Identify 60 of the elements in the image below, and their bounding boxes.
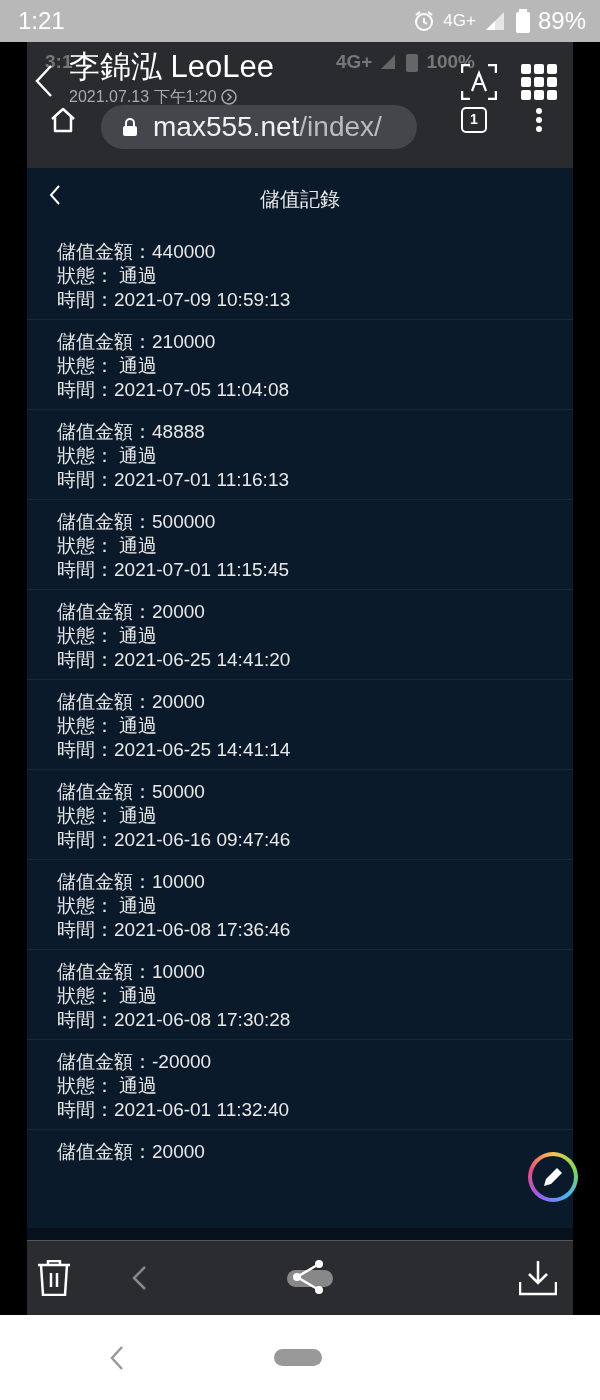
delete-icon[interactable] (37, 1260, 71, 1296)
amount-text: 儲值金額：10000 (57, 870, 206, 894)
amount-text: 儲值金額：20000 (57, 1140, 206, 1164)
viewer-title: 李錦泓 LeoLee (69, 48, 275, 86)
page-back-icon[interactable] (49, 184, 61, 205)
amount-text: 儲值金額：-20000 (57, 1050, 213, 1074)
share-icon[interactable] (287, 1260, 333, 1296)
status-text: 狀態： 通過 (57, 894, 159, 918)
amount-text: 儲值金額：210000 (57, 330, 217, 354)
url-host: max555.net (153, 111, 300, 142)
time-text: 時間：2021-06-25 14:41:14 (57, 738, 292, 762)
previous-icon[interactable] (131, 1265, 147, 1291)
inner-battery-icon (406, 52, 419, 72)
inner-battery-percent: 100% (426, 49, 475, 74)
grid-icon[interactable] (521, 64, 557, 100)
time-text: 時間：2021-06-16 09:47:46 (57, 828, 292, 852)
status-text: 狀態： 通過 (57, 984, 159, 1008)
amount-text: 儲值金額：20000 (57, 690, 206, 714)
download-icon[interactable] (519, 1260, 557, 1296)
page-title: 儲值記錄 (260, 187, 340, 212)
time-text: 時間：2021-06-25 14:41:20 (57, 648, 292, 672)
time-text: 時間：2021-06-01 11:32:40 (57, 1098, 291, 1122)
home-handle[interactable] (274, 1349, 322, 1366)
amount-text: 儲值金額：48888 (57, 420, 206, 444)
tab-count-button[interactable]: 1 (461, 107, 487, 133)
battery-percent: 89% (537, 6, 586, 36)
battery-icon (515, 9, 530, 33)
alarm-icon (413, 10, 436, 32)
status-text: 狀態： 通過 (57, 624, 159, 648)
home-icon[interactable] (49, 106, 77, 134)
lock-icon (123, 118, 137, 136)
amount-text: 儲值金額：50000 (57, 780, 206, 804)
pencil-icon (542, 1166, 564, 1188)
status-text: 狀態： 通過 (57, 1074, 159, 1098)
time-text: 時間：2021-07-05 11:04:08 (57, 378, 291, 402)
status-text: 狀態： 通過 (57, 264, 159, 288)
inner-network-type: 4G+ (335, 49, 373, 74)
time-text: 時間：2021-07-01 11:15:45 (57, 558, 291, 582)
clock-time: 1:21 (18, 6, 65, 36)
time-text: 時間：2021-07-09 10:59:13 (57, 288, 292, 312)
system-back-icon[interactable] (110, 1344, 124, 1371)
status-text: 狀態： 通過 (57, 804, 159, 828)
amount-text: 儲值金額：10000 (57, 960, 206, 984)
status-text: 狀態： 通過 (57, 354, 159, 378)
amount-text: 儲值金額：440000 (57, 240, 217, 264)
status-text: 狀態： 通過 (57, 444, 159, 468)
time-text: 時間：2021-07-01 11:16:13 (57, 468, 291, 492)
url-path: /index/ (299, 111, 382, 142)
status-text: 狀態： 通過 (57, 534, 159, 558)
time-text: 時間：2021-06-08 17:30:28 (57, 1008, 292, 1032)
details-icon[interactable] (220, 89, 237, 106)
photo-date: 2021.07.13 下午1:20 (69, 87, 217, 108)
more-icon[interactable] (535, 107, 543, 133)
network-type: 4G+ (443, 10, 476, 33)
time-text: 時間：2021-06-08 17:36:46 (57, 918, 292, 942)
amount-text: 儲值金額：500000 (57, 510, 217, 534)
edit-button[interactable] (528, 1152, 578, 1202)
status-text: 狀態： 通過 (57, 714, 159, 738)
address-bar[interactable]: max555.net/index/ (101, 105, 417, 149)
amount-text: 儲值金額：20000 (57, 600, 206, 624)
